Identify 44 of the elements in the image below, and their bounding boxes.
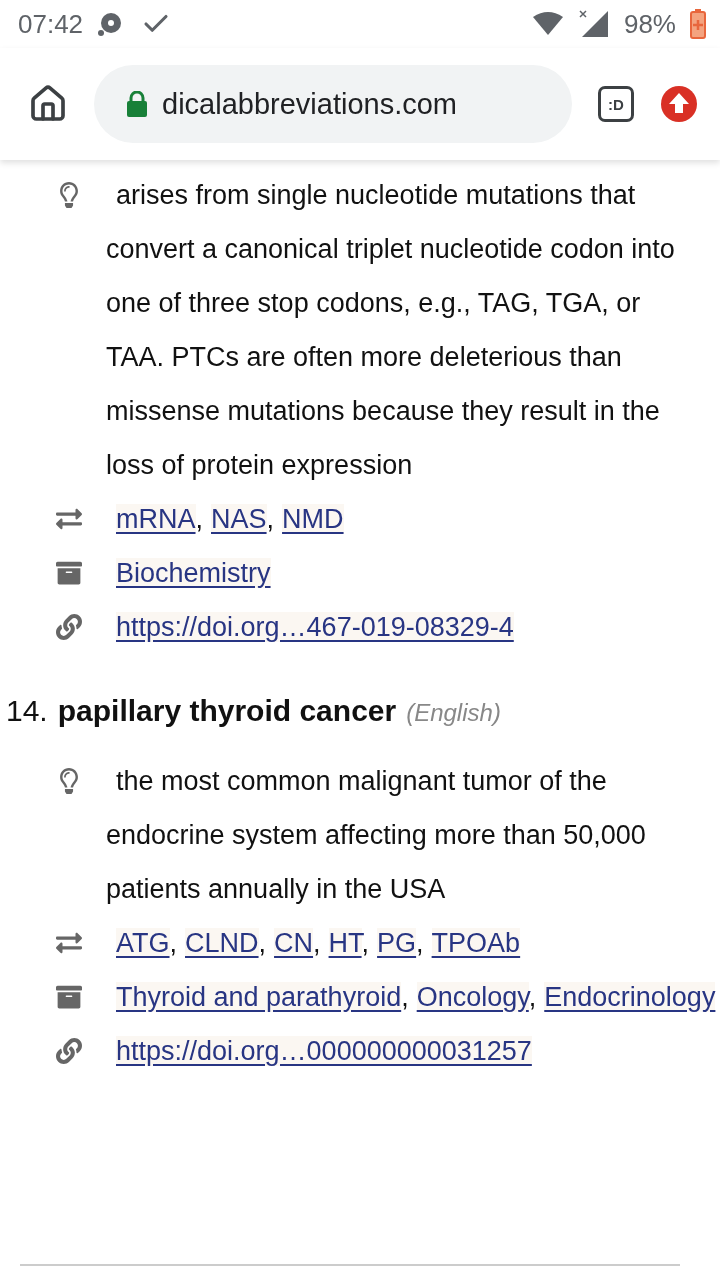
separator: , — [195, 504, 203, 534]
separator: , — [169, 928, 177, 958]
exchange-icon — [56, 506, 82, 532]
entry-number: 14. — [6, 694, 48, 728]
synonym-link[interactable]: CN — [274, 928, 314, 958]
entry-language: (English) — [406, 699, 501, 727]
link-icon — [56, 1038, 82, 1064]
battery-icon — [690, 9, 706, 39]
separator: , — [401, 982, 409, 1012]
separator: , — [313, 928, 321, 958]
home-button[interactable] — [28, 84, 68, 124]
definition-text: arises from single nucleotide mutations that convert a canonical triplet nucleotide codon into one of three stop codons, e.g., TAG, TGA, or TAA. PTCs are often more deleterious than missense mutations because they result in the loss of protein expression — [106, 179, 676, 482]
category-link[interactable]: Thyroid and parathyroid — [116, 982, 402, 1012]
extension-button[interactable]: :D — [598, 86, 634, 122]
wifi-icon — [531, 11, 564, 37]
synonym-link[interactable]: ATG — [116, 928, 170, 958]
synonym-link[interactable]: HT — [328, 928, 362, 958]
status-time: 07:42 — [18, 8, 84, 40]
separator: , — [266, 504, 275, 534]
synonym-link[interactable]: NMD — [282, 504, 344, 534]
definition-text: the most common malignant tumor of the endocrine system affecting more than 50,000 patients annually in the USA — [106, 765, 647, 906]
archive-icon — [56, 560, 82, 586]
battery-level: 98% — [623, 8, 676, 40]
entry-term: papillary thyroid cancer — [57, 694, 397, 728]
exchange-icon — [56, 930, 82, 956]
archive-icon — [56, 984, 82, 1010]
address-bar[interactable]: dicalabbreviations.com — [94, 65, 572, 143]
synonym-link[interactable]: TPOAb — [431, 928, 521, 958]
synonym-link[interactable]: CLND — [185, 928, 259, 958]
category-link[interactable]: Oncology — [416, 982, 529, 1012]
source-link[interactable]: https://doi.org…467-019-08329-4 — [116, 612, 514, 642]
synonym-link[interactable]: mRNA — [116, 504, 196, 534]
category-link[interactable]: Biochemistry — [116, 558, 271, 588]
link-icon — [56, 614, 82, 640]
category-link[interactable]: Endocrinology — [544, 982, 716, 1012]
synonym-link[interactable]: PG — [377, 928, 417, 958]
source-link[interactable]: https://doi.org…000000000031257 — [116, 1036, 532, 1066]
url-text: dicalabbreviations.com — [162, 87, 457, 121]
separator: , — [258, 928, 267, 958]
separator: , — [416, 928, 424, 958]
signal-icon — [577, 9, 610, 39]
lock-icon — [126, 91, 148, 117]
synonym-link[interactable]: NAS — [211, 504, 267, 534]
upload-icon[interactable] — [660, 85, 698, 123]
